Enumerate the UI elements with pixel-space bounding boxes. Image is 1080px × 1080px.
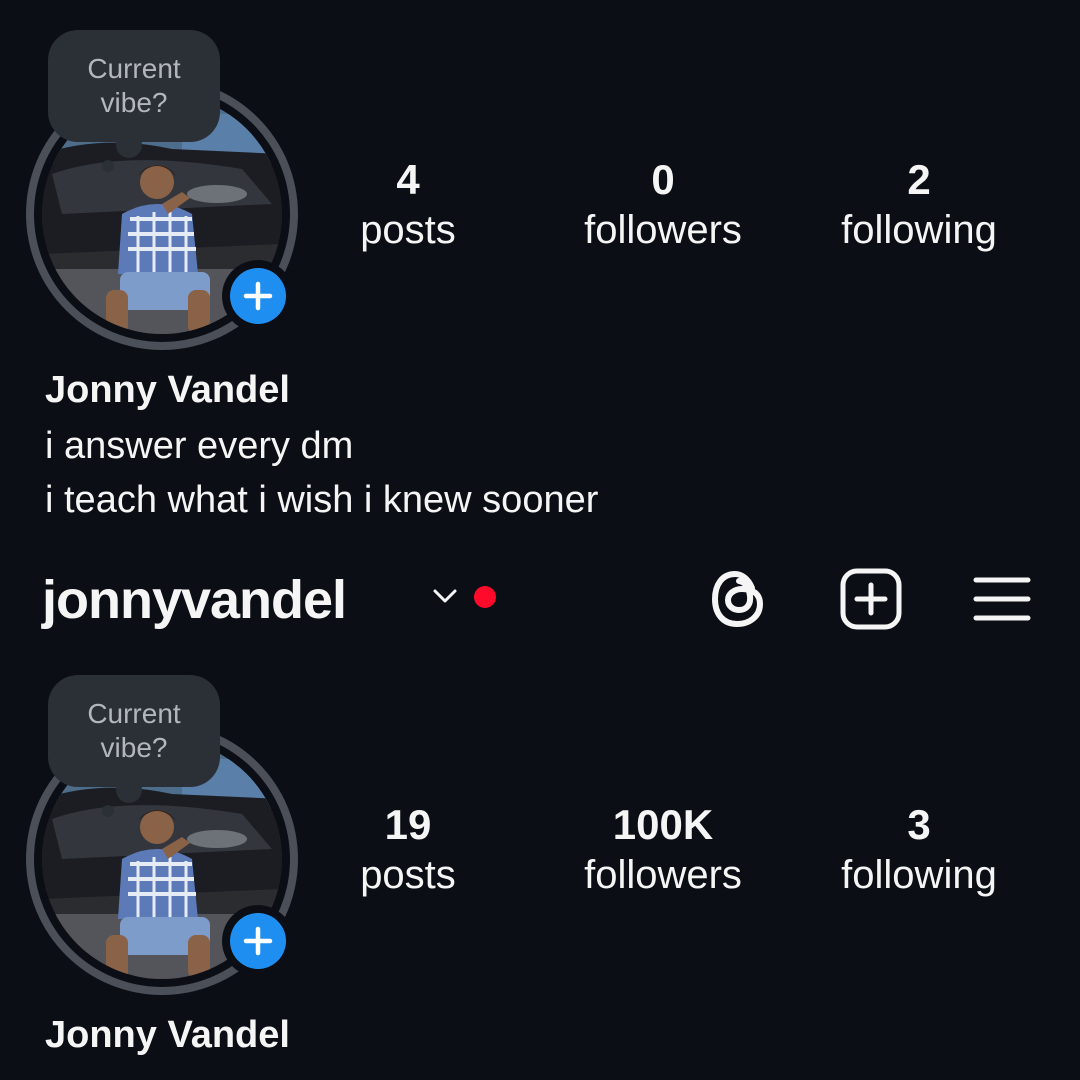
stat-value: 0 — [651, 156, 675, 203]
add-story-button[interactable] — [222, 905, 294, 977]
stat-label: following — [841, 208, 997, 252]
notification-dot — [474, 586, 496, 608]
stat-following[interactable]: 2 following — [809, 155, 1029, 255]
chevron-down-icon[interactable] — [430, 586, 460, 606]
bio-line: i teach what i wish i knew sooner — [45, 479, 599, 521]
display-name: Jonny Vandel — [45, 369, 290, 411]
stat-following[interactable]: 3 following — [809, 800, 1029, 900]
stat-value: 100K — [612, 801, 714, 848]
stat-posts[interactable]: 19 posts — [298, 800, 518, 900]
threads-icon[interactable] — [708, 566, 770, 632]
bio-line: i answer every dm — [45, 425, 354, 467]
stat-posts[interactable]: 4 posts — [298, 155, 518, 255]
stat-label: followers — [584, 208, 742, 252]
stat-label: followers — [584, 853, 742, 897]
menu-icon[interactable] — [972, 566, 1032, 632]
plus-icon — [243, 281, 273, 311]
stat-followers[interactable]: 100K followers — [553, 800, 773, 900]
stat-label: posts — [360, 208, 456, 252]
plus-icon — [243, 926, 273, 956]
profile-header-1: Current vibe? 4 posts 0 followers 2 foll… — [0, 0, 1080, 540]
stat-label: posts — [360, 853, 456, 897]
add-story-button[interactable] — [222, 260, 294, 332]
username-switcher[interactable]: jonnyvandel — [42, 568, 347, 632]
profile-header-2: Current vibe? 19 posts 100K followers 3 … — [0, 645, 1080, 1080]
new-post-icon[interactable] — [838, 566, 904, 632]
stat-value: 3 — [907, 801, 931, 848]
current-vibe-bubble[interactable]: Current vibe? — [48, 30, 220, 142]
profile-top-bar: jonnyvandel — [0, 560, 1080, 640]
display-name: Jonny Vandel — [45, 1014, 290, 1056]
stat-value: 19 — [384, 801, 432, 848]
stat-followers[interactable]: 0 followers — [553, 155, 773, 255]
stat-value: 4 — [396, 156, 420, 203]
stat-label: following — [841, 853, 997, 897]
stat-value: 2 — [907, 156, 931, 203]
current-vibe-bubble[interactable]: Current vibe? — [48, 675, 220, 787]
